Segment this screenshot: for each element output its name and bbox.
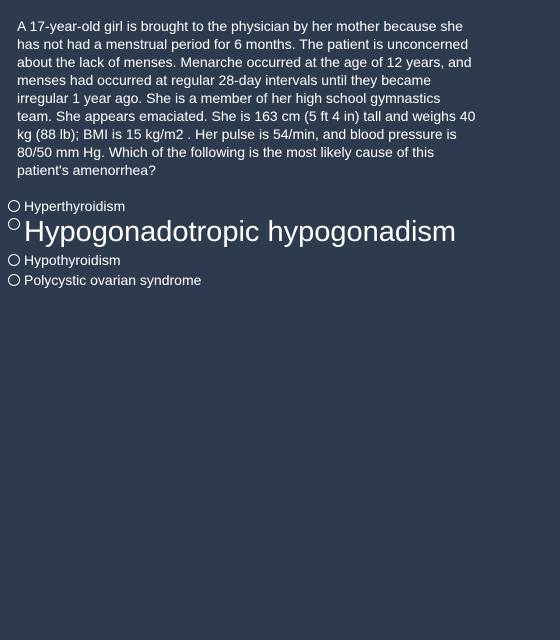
radio-button[interactable] <box>8 254 20 266</box>
radio-button[interactable] <box>8 218 20 230</box>
radio-button[interactable] <box>8 274 20 286</box>
answer-option-polycystic-ovarian-syndrome[interactable]: Polycystic ovarian syndrome <box>8 271 548 289</box>
option-label: Hypogonadotropic hypogonadism <box>24 216 457 248</box>
answer-options: Hyperthyroidism Hypogonadotropic hypogon… <box>8 197 548 289</box>
option-label: Hypothyroidism <box>24 252 121 268</box>
radio-button[interactable] <box>8 200 20 212</box>
question-stem: A 17-year-old girl is brought to the phy… <box>17 18 476 178</box>
option-label: Polycystic ovarian syndrome <box>24 272 202 288</box>
answer-option-hypothyroidism[interactable]: Hypothyroidism <box>8 251 548 269</box>
answer-option-hypogonadotropic-hypogonadism[interactable]: Hypogonadotropic hypogonadism <box>8 215 548 251</box>
option-label: Hyperthyroidism <box>24 198 126 214</box>
answer-option-hyperthyroidism[interactable]: Hyperthyroidism <box>8 197 548 215</box>
